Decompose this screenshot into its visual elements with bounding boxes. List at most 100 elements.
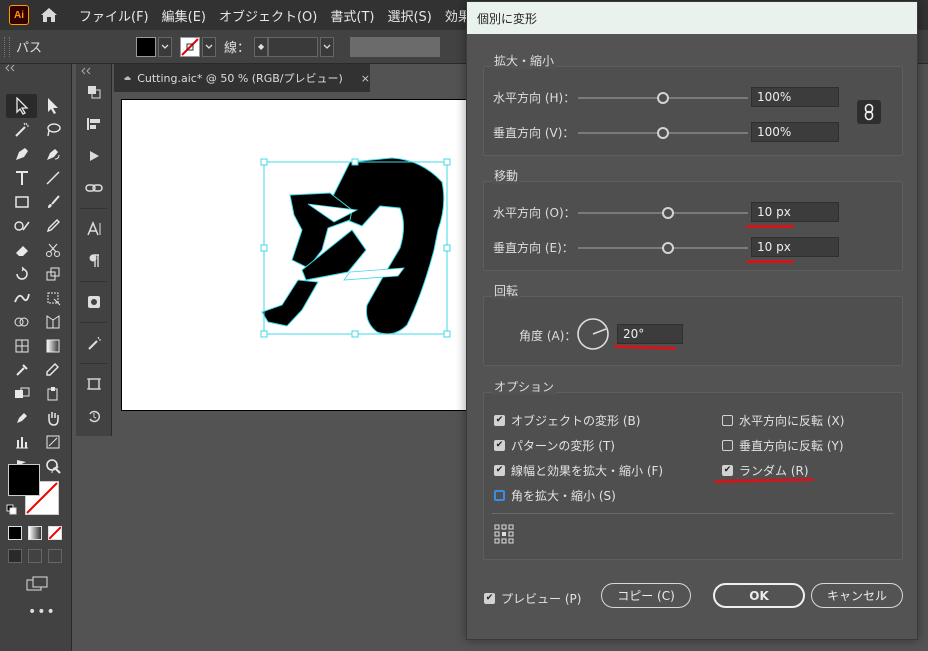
curvature-tool-icon[interactable]	[37, 142, 68, 166]
magic-wand-tool-icon[interactable]	[6, 118, 37, 142]
align-panel-icon[interactable]	[76, 108, 111, 140]
fill-color-large-front[interactable]	[8, 464, 40, 496]
color-mode-icon[interactable]	[8, 526, 22, 540]
blend-tool-icon[interactable]	[37, 358, 68, 382]
checkbox-checked-icon[interactable]: ✔	[494, 415, 505, 426]
scale-corners-option[interactable]: 角を拡大・縮小 (S)	[494, 487, 616, 504]
shaper-tool-icon[interactable]	[6, 214, 37, 238]
menu-object[interactable]: オブジェクト(O)	[219, 6, 317, 25]
document-tab[interactable]: Cutting.aic* @ 50 % (RGB/プレビュー) ×	[114, 64, 370, 92]
scale-tool-icon[interactable]	[37, 262, 68, 286]
swap-colors-icon[interactable]	[50, 464, 62, 479]
move-horizontal-field[interactable]: 10 px	[751, 202, 839, 222]
angle-dial-icon[interactable]	[576, 317, 610, 354]
draw-normal-icon[interactable]	[8, 549, 22, 563]
transform-objects-option[interactable]: ✔ オブジェクトの変形 (B)	[494, 412, 640, 429]
direct-selection-tool-icon[interactable]	[37, 94, 68, 118]
checkbox-checked-icon[interactable]: ✔	[722, 465, 733, 476]
constrain-proportions-icon[interactable]	[857, 100, 881, 124]
cancel-button[interactable]: キャンセル	[811, 583, 903, 608]
libraries-panel-icon[interactable]	[76, 286, 111, 318]
stroke-swatch[interactable]	[180, 36, 200, 57]
default-colors-icon[interactable]	[6, 504, 18, 519]
pen-tool-icon[interactable]	[6, 142, 37, 166]
menu-edit[interactable]: 編集(E)	[162, 6, 206, 25]
copy-button[interactable]: コピー (C)	[601, 583, 691, 608]
move-vertical-slider[interactable]	[578, 242, 748, 254]
random-option[interactable]: ✔ ランダム (R)	[722, 462, 809, 479]
transform-patterns-option[interactable]: ✔ パターンの変形 (T)	[494, 437, 615, 454]
transform-panel-icon[interactable]	[76, 76, 111, 108]
move-horizontal-slider-knob[interactable]	[662, 207, 675, 219]
eraser-tool-icon[interactable]	[6, 238, 37, 262]
scale-vertical-slider-knob[interactable]	[657, 127, 669, 139]
gradient-tool-icon[interactable]	[37, 334, 68, 358]
type-tool-icon[interactable]	[6, 166, 37, 190]
brush-character-shape[interactable]	[261, 157, 445, 335]
slice-tool-icon[interactable]	[37, 430, 68, 454]
draw-inside-icon[interactable]	[48, 549, 62, 563]
scale-horizontal-slider[interactable]	[578, 92, 748, 104]
panel-grip[interactable]	[4, 36, 10, 57]
close-icon[interactable]: ×	[361, 72, 370, 85]
scale-horizontal-slider-knob[interactable]	[657, 92, 669, 104]
ok-button[interactable]: OK	[713, 583, 805, 608]
reflect-y-option[interactable]: 垂直方向に反転 (Y)	[722, 437, 844, 454]
checkbox-unchecked-icon[interactable]	[722, 415, 733, 426]
checkbox-checked-icon[interactable]: ✔	[494, 465, 505, 476]
dialog-title[interactable]: 個別に変形	[467, 2, 917, 34]
reference-point-icon[interactable]	[494, 524, 514, 547]
scale-vertical-field[interactable]: 100%	[751, 122, 839, 142]
hand-tool-icon[interactable]	[37, 406, 68, 430]
shape-builder-tool-icon[interactable]	[6, 310, 37, 334]
dock-header[interactable]	[76, 64, 111, 76]
move-vertical-slider-knob[interactable]	[662, 242, 675, 254]
variable-width-profile[interactable]	[350, 36, 441, 57]
reflect-x-option[interactable]: 水平方向に反転 (X)	[722, 412, 844, 429]
paintbrush-tool-icon[interactable]	[37, 190, 68, 214]
eyedropper-tool-icon[interactable]	[6, 358, 37, 382]
scale-horizontal-field[interactable]: 100%	[751, 87, 839, 107]
perspective-grid-tool-icon[interactable]	[37, 310, 68, 334]
scale-strokes-effects-option[interactable]: ✔ 線幅と効果を拡大・縮小 (F)	[494, 462, 663, 479]
checkbox-unchecked-icon[interactable]	[494, 490, 505, 501]
paragraph-panel-icon[interactable]	[76, 245, 111, 277]
rotate-angle-field[interactable]: 20°	[617, 324, 683, 344]
live-paint-tool-icon[interactable]	[6, 382, 37, 406]
tools-panel-header[interactable]	[0, 64, 71, 76]
artboard-tool-icon[interactable]	[6, 406, 37, 430]
more-tools-icon[interactable]: •••	[28, 604, 56, 620]
scale-vertical-slider[interactable]	[578, 127, 748, 139]
screen-mode-icon[interactable]	[26, 576, 48, 595]
selection-tool-icon[interactable]	[6, 94, 37, 118]
history-panel-icon[interactable]	[76, 400, 111, 432]
menu-select[interactable]: 選択(S)	[387, 6, 431, 25]
menu-file[interactable]: ファイル(F)	[79, 6, 149, 25]
move-vertical-field[interactable]: 10 px	[751, 237, 839, 257]
preview-option[interactable]: ✔ プレビュー (P)	[484, 590, 581, 607]
fill-dropdown[interactable]	[158, 36, 172, 57]
home-icon[interactable]	[39, 5, 59, 25]
graph-tool-icon[interactable]	[6, 430, 37, 454]
free-transform-tool-icon[interactable]	[37, 286, 68, 310]
artwork[interactable]	[122, 100, 482, 412]
stroke-weight-stepper[interactable]: ◆	[254, 36, 269, 57]
line-tool-icon[interactable]	[37, 166, 68, 190]
move-horizontal-slider[interactable]	[578, 207, 748, 219]
pencil-tool-icon[interactable]	[37, 214, 68, 238]
none-mode-icon[interactable]	[48, 526, 62, 540]
draw-behind-icon[interactable]	[28, 549, 42, 563]
play-action-icon[interactable]	[76, 140, 111, 172]
live-paint-selection-tool-icon[interactable]	[37, 382, 68, 406]
checkbox-checked-icon[interactable]: ✔	[484, 593, 495, 604]
stroke-dropdown[interactable]	[202, 36, 216, 57]
stroke-weight-field[interactable]	[268, 36, 319, 57]
gradient-mode-icon[interactable]	[28, 526, 42, 540]
checkbox-checked-icon[interactable]: ✔	[494, 440, 505, 451]
character-panel-icon[interactable]	[76, 213, 111, 245]
links-panel-icon[interactable]	[76, 172, 111, 204]
artboards-panel-icon[interactable]	[76, 368, 111, 400]
lasso-tool-icon[interactable]	[37, 118, 68, 142]
artboard[interactable]	[121, 99, 481, 411]
fill-swatch[interactable]	[136, 36, 156, 57]
